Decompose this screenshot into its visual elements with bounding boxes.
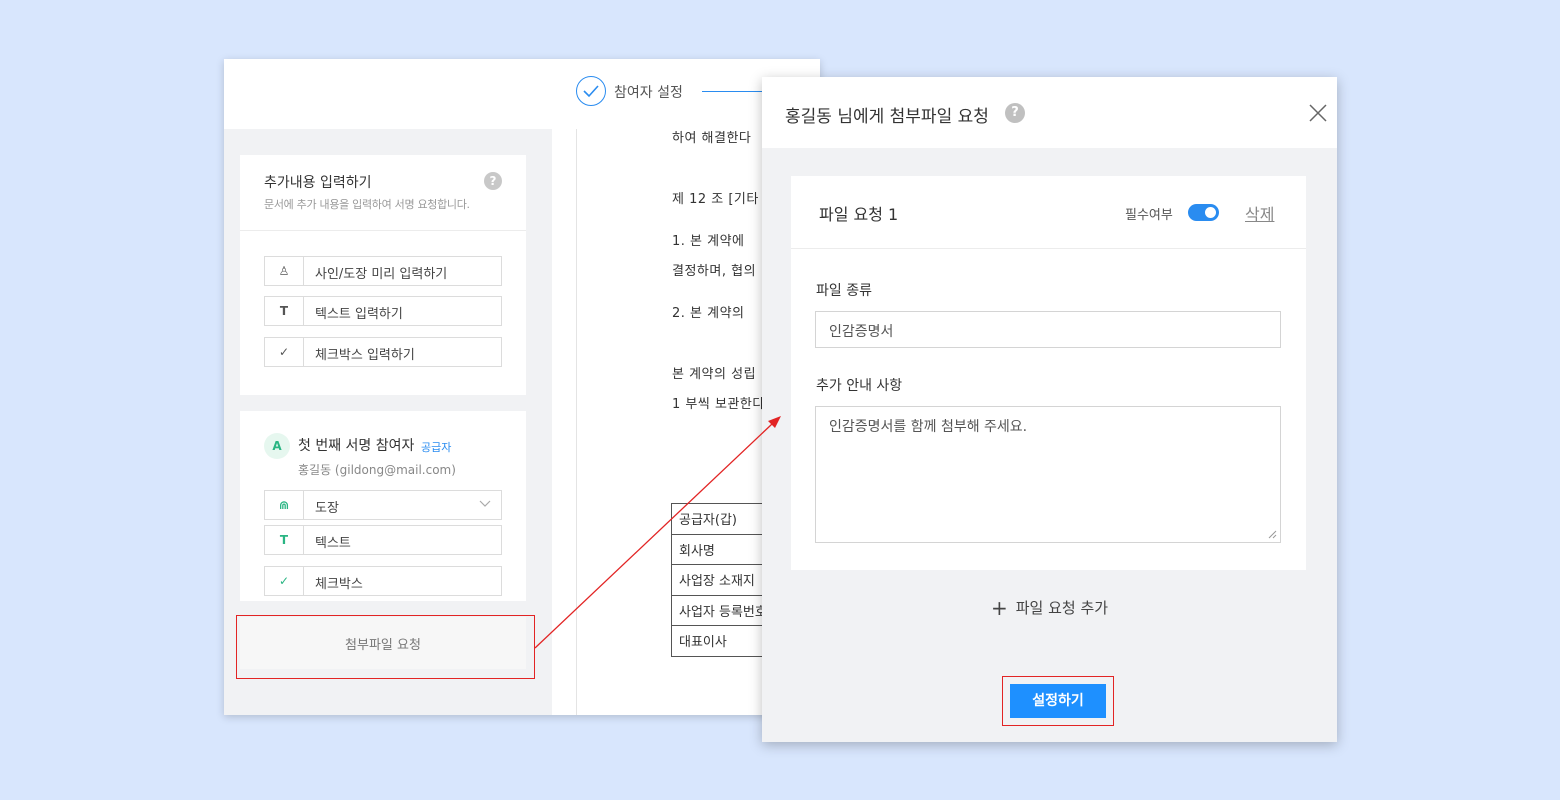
annotation-arrow [534, 416, 781, 649]
